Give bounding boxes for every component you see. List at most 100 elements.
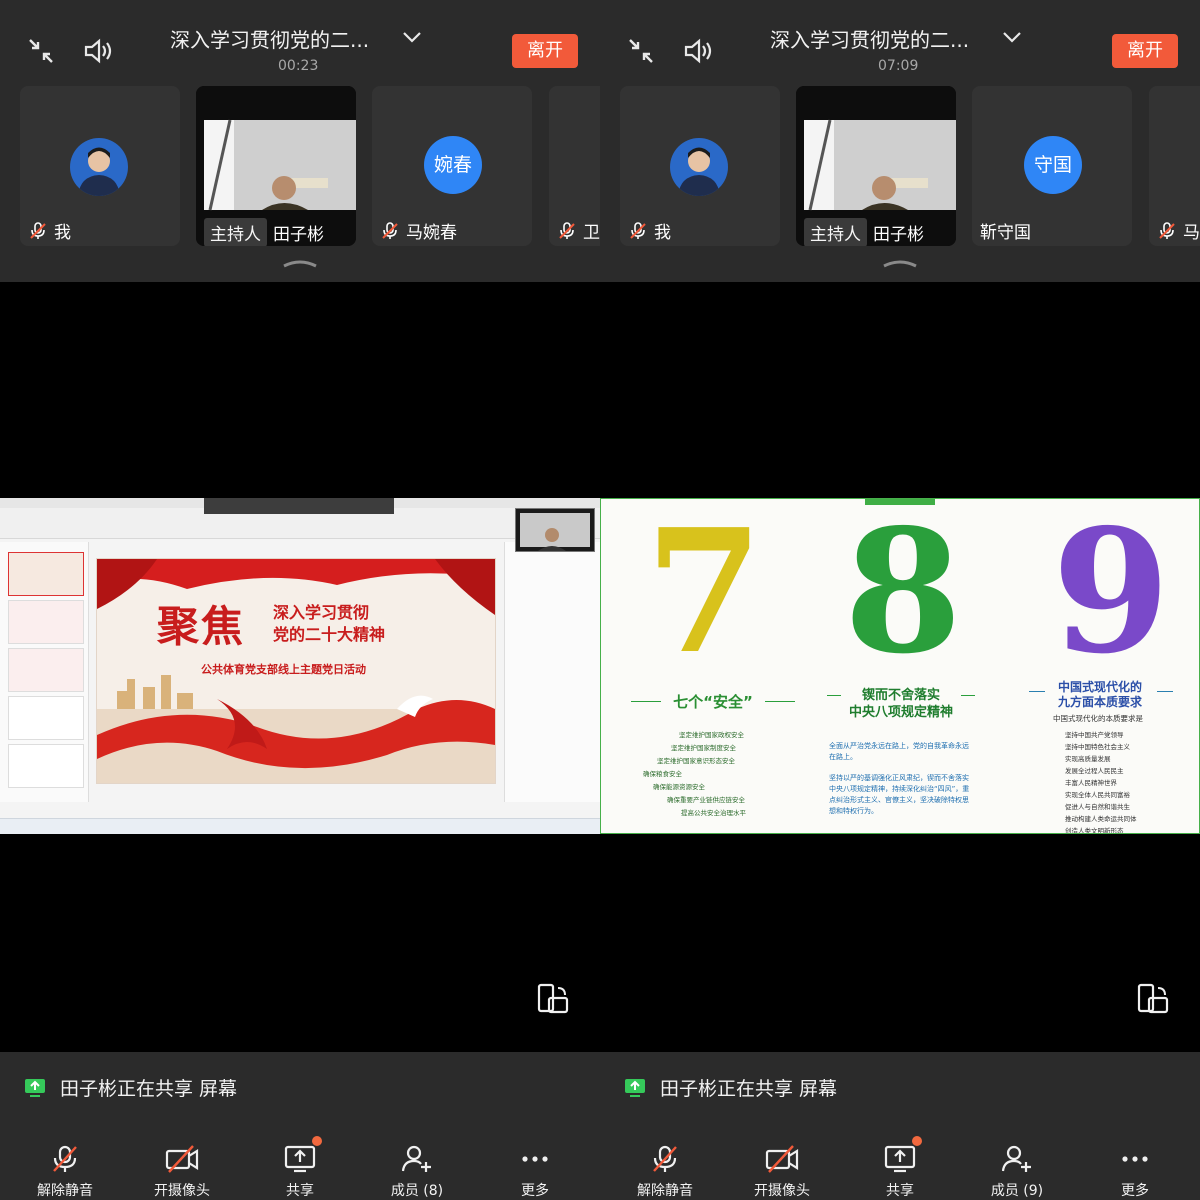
slide-number-8: 8 (843, 498, 963, 692)
leave-button[interactable]: 离开 (512, 34, 578, 68)
caption-9-sub: 中国式现代化的本质要求是 (1053, 714, 1143, 723)
participant-tile-host[interactable]: 主持人 田子彬 (796, 86, 956, 246)
meeting-screen-right: 深入学习贯彻党的二... 07:09 离开 我 主持人 田子彬 守国 靳守国 马… (600, 0, 1200, 1200)
speaker-icon[interactable] (682, 34, 716, 68)
meeting-screen-left: 深入学习贯彻党的二... 00:23 离开 我 主持人 田子彬 婉春 马婉春 卫… (0, 0, 600, 1200)
participant-name: 我 (654, 223, 671, 243)
participant-name: 卫 (583, 223, 600, 243)
shared-screen[interactable]: 聚焦 深入学习贯彻 党的二十大精神 公共体育党支部线上主题党日活动 (0, 498, 600, 834)
speaker-icon[interactable] (82, 34, 116, 68)
sharing-notice: 田子彬正在共享 屏幕 (24, 1074, 237, 1101)
more-icon (522, 1156, 548, 1162)
elapsed-time: 07:09 (878, 58, 919, 74)
mic-muted-icon (30, 221, 46, 239)
screen-share-toolbar (204, 498, 394, 514)
minimize-icon[interactable] (624, 34, 658, 68)
slide-number-7: 7 (645, 498, 764, 692)
add-member-icon (1001, 1145, 1031, 1172)
participant-tile[interactable]: 卫 (549, 86, 600, 246)
caption-9-line2: 九方面本质要求 (1057, 695, 1142, 709)
sharing-text: 田子彬正在共享 屏幕 (660, 1078, 838, 1100)
slide-big-title: 聚焦 (157, 602, 246, 651)
meeting-title[interactable]: 深入学习贯彻党的二... (170, 24, 369, 53)
slide-title-line2: 党的二十大精神 (273, 625, 386, 644)
share-button[interactable]: 共享 (850, 1144, 950, 1200)
mic-muted-icon (382, 221, 398, 239)
meeting-top-bar: 深入学习贯彻党的二... 07:09 离开 (600, 0, 1200, 82)
camera-button[interactable]: 开摄像头 (732, 1144, 832, 1200)
caption-8-line2: 中央八项规定精神 (848, 705, 953, 720)
chevron-down-icon[interactable] (402, 30, 422, 44)
collapse-handle-icon[interactable] (282, 258, 318, 268)
slide-canvas: 聚焦 深入学习贯彻 党的二十大精神 公共体育党支部线上主题党日活动 (96, 558, 496, 784)
paragraph-8b: 坚持以严的基调强化正风肃纪，锲而不舍落实中央八项规定精神，持续深化纠治“四风”，… (829, 774, 970, 815)
properties-panel (504, 542, 600, 802)
participant-tile[interactable]: 我 (20, 86, 180, 246)
unmute-button[interactable]: 解除静音 (15, 1144, 115, 1200)
meeting-bottom-bar: 田子彬正在共享 屏幕 解除静音 开摄像头 共享 成员 (9) 更多 (600, 1052, 1200, 1200)
paragraph-8a: 全面从严治党永远在路上，党的自我革命永远在路上。 (829, 742, 969, 761)
participant-name: 马 (1183, 223, 1200, 243)
host-badge: 主持人 (204, 218, 267, 246)
host-badge: 主持人 (804, 218, 867, 246)
screen-share-icon (884, 1145, 916, 1173)
avatar: 婉春 (424, 136, 482, 194)
members-button[interactable]: 成员 (9) (967, 1144, 1067, 1200)
meeting-bottom-bar: 田子彬正在共享 屏幕 解除静音 开摄像头 共享 成员 (8) 更多 (0, 1052, 600, 1200)
unmute-button[interactable]: 解除静音 (615, 1144, 715, 1200)
slide-subtitle: 公共体育党支部线上主题党日活动 (201, 663, 366, 676)
minimize-icon[interactable] (24, 34, 58, 68)
caption-7: 七个“安全” (673, 693, 753, 711)
share-button[interactable]: 共享 (250, 1144, 350, 1200)
more-button[interactable]: 更多 (1085, 1144, 1185, 1200)
mic-muted-icon (53, 1145, 77, 1172)
screen-share-icon (284, 1145, 316, 1173)
slide-title-line1: 深入学习贯彻 (273, 603, 370, 622)
avatar (70, 138, 128, 196)
participant-name: 靳守国 (980, 223, 1031, 243)
avatar (670, 138, 728, 196)
notification-dot (312, 1136, 322, 1146)
participant-tile[interactable]: 我 (620, 86, 780, 246)
participant-name: 田子彬 (273, 225, 324, 245)
more-button[interactable]: 更多 (485, 1144, 585, 1200)
taskbar (0, 818, 600, 834)
participant-name: 我 (54, 223, 71, 243)
rotate-screen-icon[interactable] (534, 982, 570, 1018)
mic-muted-icon (559, 221, 575, 239)
participant-tile[interactable]: 守国 靳守国 (972, 86, 1132, 246)
participant-tile-host[interactable]: 主持人 田子彬 (196, 86, 356, 246)
rotate-screen-icon[interactable] (1134, 982, 1170, 1018)
slide-thumbnails (0, 542, 89, 802)
share-screen-status-icon (625, 1078, 645, 1097)
participant-name: 田子彬 (873, 225, 924, 245)
sharing-text: 田子彬正在共享 屏幕 (60, 1078, 238, 1100)
chevron-down-icon[interactable] (1002, 30, 1022, 44)
mic-muted-icon (630, 221, 646, 239)
meeting-top-bar: 深入学习贯彻党的二... 00:23 离开 (0, 0, 600, 82)
share-screen-status-icon (25, 1078, 45, 1097)
leave-button[interactable]: 离开 (1112, 34, 1178, 68)
meeting-title[interactable]: 深入学习贯彻党的二... (770, 24, 969, 53)
sharing-notice: 田子彬正在共享 屏幕 (624, 1074, 837, 1101)
notification-dot (912, 1136, 922, 1146)
camera-off-icon (165, 1145, 199, 1173)
shared-screen[interactable]: 7 8 9 七个“安全” 锲而不舍落实 中央八项规定精神 中国式现代化的 九方面… (600, 498, 1200, 834)
participant-tile[interactable]: 婉春 马婉春 (372, 86, 532, 246)
camera-button[interactable]: 开摄像头 (132, 1144, 232, 1200)
add-member-icon (401, 1145, 431, 1172)
more-icon (1122, 1156, 1148, 1162)
presenter-camera (515, 508, 595, 552)
participant-name: 马婉春 (406, 223, 457, 243)
mic-muted-icon (1159, 221, 1175, 239)
elapsed-time: 00:23 (278, 58, 319, 74)
members-button[interactable]: 成员 (8) (367, 1144, 467, 1200)
avatar: 守国 (1024, 136, 1082, 194)
slide-number-9: 9 (1051, 498, 1171, 692)
participant-tile[interactable]: 马 (1149, 86, 1200, 246)
collapse-handle-icon[interactable] (882, 258, 918, 268)
camera-off-icon (765, 1145, 799, 1173)
participant-strip[interactable]: 我 主持人 田子彬 婉春 马婉春 卫 (0, 82, 600, 282)
participant-strip[interactable]: 我 主持人 田子彬 守国 靳守国 马 (600, 82, 1200, 282)
mic-muted-icon (653, 1145, 677, 1172)
